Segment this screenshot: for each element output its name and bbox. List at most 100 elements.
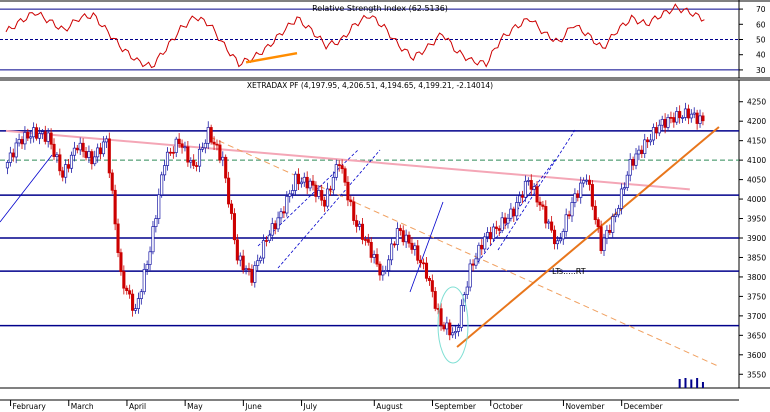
candle-body (311, 180, 315, 186)
candle-body (567, 214, 571, 217)
price-tick-label: 3600 (747, 351, 766, 360)
candle-body (323, 199, 327, 207)
candle-body (459, 305, 463, 328)
candle-body (599, 226, 603, 252)
month-label: September (435, 402, 477, 411)
candle-body (698, 115, 702, 124)
candle-body (160, 174, 164, 196)
candle-body (398, 228, 402, 231)
candle-body (614, 214, 618, 218)
candle-body (515, 202, 519, 217)
candle-body (369, 241, 373, 258)
candle-body (387, 259, 391, 271)
candle-body (14, 142, 18, 158)
candle-body (326, 188, 330, 207)
candle-body (58, 154, 62, 172)
candle-body (8, 152, 12, 163)
candle-body (276, 217, 280, 230)
candle-body (305, 176, 309, 189)
price-tick-label: 3550 (747, 370, 766, 379)
price-tick-label: 3700 (747, 312, 766, 321)
candle-body (84, 151, 88, 158)
candle-body (293, 173, 298, 191)
candle-body (631, 159, 635, 166)
candle-body (180, 143, 184, 148)
candle-body (686, 108, 690, 119)
candle-body (593, 205, 597, 221)
month-label: October (493, 402, 524, 411)
candle-body (171, 151, 175, 154)
candle-body (564, 214, 568, 232)
candle-body (646, 139, 650, 143)
candle-body (90, 151, 94, 165)
candle-body (5, 162, 10, 169)
candle-body (424, 262, 429, 279)
price-tick-label: 3850 (747, 253, 766, 262)
candle-body (640, 149, 644, 154)
candle-body (596, 219, 600, 228)
candle-body (378, 263, 382, 276)
candle-body (474, 258, 478, 266)
candle-body (131, 293, 135, 311)
candle-body (52, 143, 56, 157)
candle-body (550, 221, 554, 231)
candle-body (401, 230, 405, 243)
candle-body (346, 181, 350, 201)
month-label: November (565, 402, 605, 411)
candle-body (509, 208, 513, 219)
candle-body (381, 271, 385, 276)
candle-body (264, 240, 268, 242)
candle-body (660, 119, 664, 126)
month-label: June (244, 402, 262, 411)
candle-body (145, 264, 149, 270)
candle-body (512, 208, 516, 217)
candle-body (247, 268, 251, 270)
rsi-tick-label: 70 (756, 5, 766, 14)
candle-body (360, 223, 365, 240)
candle-body (573, 193, 577, 203)
price-tick-label: 3950 (747, 215, 766, 224)
candle-body (244, 268, 248, 271)
candle-body (384, 270, 388, 272)
candle-body (561, 231, 565, 240)
candle-body (681, 117, 685, 119)
volume-bar (684, 378, 687, 388)
candle-body (427, 277, 431, 281)
candle-body (218, 144, 222, 161)
candle-body (128, 290, 132, 295)
candle-body (558, 238, 562, 242)
candle-body (422, 262, 426, 265)
candle-body (23, 132, 27, 145)
candle-body (590, 184, 594, 207)
candle-body (579, 182, 583, 198)
candle-body (541, 204, 545, 207)
candle-body (547, 221, 551, 224)
candle-body (229, 203, 234, 214)
candle-body (529, 180, 533, 190)
stock-chart: 3040506070 Relative Strength Index (62.5… (0, 0, 770, 412)
candle-body (139, 291, 143, 299)
candle-body (288, 193, 292, 197)
candle-body (183, 146, 187, 149)
price-tick-label: 3650 (747, 331, 766, 340)
candle-body (296, 173, 301, 185)
candle-body (174, 138, 178, 153)
month-label: February (13, 402, 47, 411)
candle-body (523, 180, 527, 198)
candle-body (35, 127, 39, 139)
candle-body (241, 255, 245, 271)
candle-body (430, 280, 434, 292)
candle-body (494, 226, 498, 229)
candle-body (669, 117, 673, 119)
candle-body (337, 164, 341, 166)
candle-body (227, 177, 231, 205)
candle-body (392, 243, 397, 246)
candle-body (195, 165, 199, 167)
candle-body (113, 189, 117, 225)
candle-body (317, 190, 321, 197)
price-tick-label: 4150 (747, 137, 766, 146)
candle-body (584, 179, 589, 182)
candle-body (689, 113, 693, 119)
candle-body (526, 180, 530, 182)
candle-body (261, 240, 266, 259)
